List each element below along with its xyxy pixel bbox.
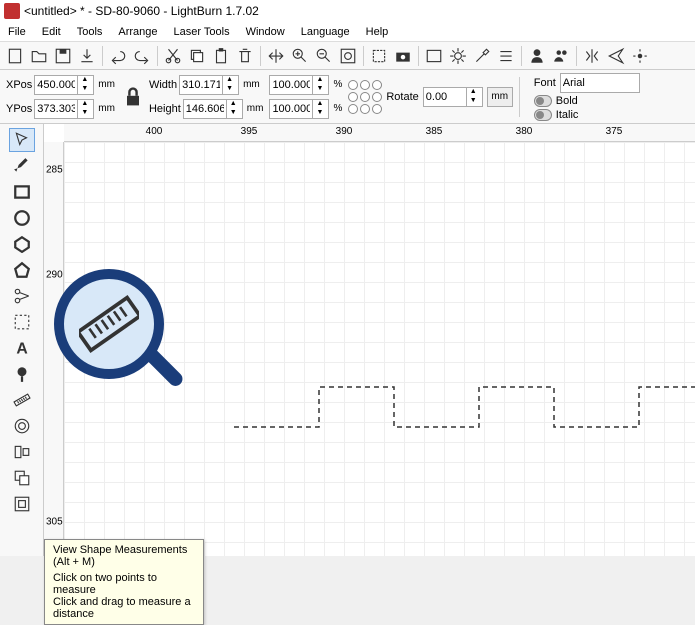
xpos-label: XPos <box>6 79 32 91</box>
copy-tool[interactable] <box>9 466 35 490</box>
drawn-shape <box>234 382 695 442</box>
undo-icon[interactable] <box>107 45 129 67</box>
menu-tools[interactable]: Tools <box>77 26 103 38</box>
properties-bar: XPos ▲▼ mm YPos ▲▼ mm Width ▲▼ mm Height… <box>0 70 695 124</box>
mirror-icon[interactable] <box>581 45 603 67</box>
measure-tool[interactable] <box>9 388 35 412</box>
pentagon-tool[interactable] <box>9 258 35 282</box>
send-icon[interactable] <box>605 45 627 67</box>
save-icon[interactable] <box>52 45 74 67</box>
main-toolbar <box>0 42 695 70</box>
select-tool[interactable] <box>9 128 35 152</box>
zoom-fit-icon[interactable] <box>337 45 359 67</box>
rect-tool[interactable] <box>9 180 35 204</box>
rotate-label: Rotate <box>386 91 418 103</box>
font-label: Font <box>534 77 556 89</box>
list-icon[interactable] <box>495 45 517 67</box>
new-icon[interactable] <box>4 45 26 67</box>
svg-text:A: A <box>16 341 27 357</box>
camera-icon[interactable] <box>392 45 414 67</box>
cut-icon[interactable] <box>162 45 184 67</box>
tooltip-line1: Click on two points to measure <box>53 572 195 596</box>
pan-icon[interactable] <box>265 45 287 67</box>
anchor-selector[interactable] <box>348 80 382 114</box>
width-label: Width <box>149 79 177 91</box>
mm-button[interactable]: mm <box>487 87 513 107</box>
unit-mm: mm <box>98 79 115 90</box>
preview-icon[interactable] <box>423 45 445 67</box>
app-icon <box>4 3 20 19</box>
zoom-in-icon[interactable] <box>289 45 311 67</box>
bold-toggle[interactable] <box>534 95 552 107</box>
text-tool[interactable]: A <box>9 336 35 360</box>
group-tool[interactable] <box>9 492 35 516</box>
pin-tool[interactable] <box>9 362 35 386</box>
redo-icon[interactable] <box>131 45 153 67</box>
import-icon[interactable] <box>76 45 98 67</box>
polygon-tool[interactable] <box>9 232 35 256</box>
circle-tool[interactable] <box>9 206 35 230</box>
scale-x-input[interactable]: ▲▼ <box>269 75 329 95</box>
paste-icon[interactable] <box>210 45 232 67</box>
italic-toggle[interactable] <box>534 109 552 121</box>
menu-help[interactable]: Help <box>366 26 389 38</box>
menu-language[interactable]: Language <box>301 26 350 38</box>
delete-icon[interactable] <box>234 45 256 67</box>
zoom-out-icon[interactable] <box>313 45 335 67</box>
ruler-horizontal: 400 395 390 385 380 375 370 <box>64 124 695 142</box>
tools-icon[interactable] <box>471 45 493 67</box>
canvas[interactable]: 400 395 390 385 380 375 370 285 290 305 … <box>44 124 695 556</box>
xpos-input[interactable]: ▲▼ <box>34 75 94 95</box>
lock-icon[interactable] <box>121 78 145 116</box>
height-input[interactable]: ▲▼ <box>183 99 243 119</box>
height-label: Height <box>149 103 181 115</box>
menu-arrange[interactable]: Arrange <box>118 26 157 38</box>
window-title: <untitled> * - SD-80-9060 - LightBurn 1.… <box>24 4 259 18</box>
menu-window[interactable]: Window <box>246 26 285 38</box>
gear-icon[interactable] <box>447 45 469 67</box>
explode-icon[interactable] <box>629 45 651 67</box>
user-icon[interactable] <box>526 45 548 67</box>
align-tool[interactable] <box>9 440 35 464</box>
ruler-icon <box>79 294 139 354</box>
scale-y-input[interactable]: ▲▼ <box>269 99 329 119</box>
pencil-tool[interactable] <box>9 154 35 178</box>
ypos-input[interactable]: ▲▼ <box>34 99 94 119</box>
menu-bar: File Edit Tools Arrange Laser Tools Wind… <box>0 22 695 42</box>
users-icon[interactable] <box>550 45 572 67</box>
magnifier-callout: View Shape Measurements (Alt + M) Click … <box>54 269 204 419</box>
menu-laser-tools[interactable]: Laser Tools <box>174 26 230 38</box>
node-tool[interactable] <box>9 310 35 334</box>
tooltip-title: View Shape Measurements (Alt + M) <box>53 544 195 568</box>
tooltip-line2: Click and drag to measure a distance <box>53 596 195 620</box>
ypos-label: YPos <box>6 103 32 115</box>
rotate-input[interactable]: ▲▼ <box>423 87 483 107</box>
tooltip: View Shape Measurements (Alt + M) Click … <box>44 539 204 625</box>
open-icon[interactable] <box>28 45 50 67</box>
copy-icon[interactable] <box>186 45 208 67</box>
title-bar: <untitled> * - SD-80-9060 - LightBurn 1.… <box>0 0 695 22</box>
side-toolbar: A <box>0 124 44 556</box>
width-input[interactable]: ▲▼ <box>179 75 239 95</box>
scissors-tool[interactable] <box>9 284 35 308</box>
selection-icon[interactable] <box>368 45 390 67</box>
font-select[interactable] <box>560 73 640 93</box>
outline-tool[interactable] <box>9 414 35 438</box>
menu-edit[interactable]: Edit <box>42 26 61 38</box>
menu-file[interactable]: File <box>8 26 26 38</box>
